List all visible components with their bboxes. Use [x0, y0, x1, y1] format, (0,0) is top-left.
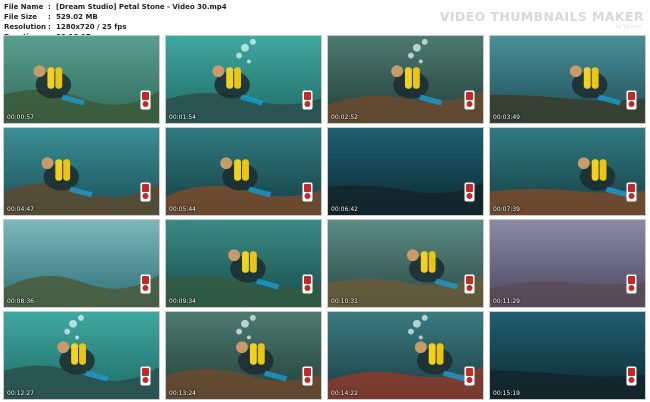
thumbnail-frame — [490, 128, 645, 215]
resolution-value: 1280x720 / 25 fps — [56, 23, 127, 31]
video-thumbnail[interactable]: 00:15:19 — [489, 311, 646, 400]
dream-studio-logo-icon — [302, 274, 313, 294]
video-thumbnail[interactable]: 00:00:57 — [3, 35, 160, 124]
dream-studio-logo-icon — [626, 182, 637, 202]
dream-studio-logo-icon — [626, 366, 637, 386]
separator: : — [48, 13, 51, 21]
video-thumbnail[interactable]: 00:06:42 — [327, 127, 484, 216]
video-thumbnail[interactable]: 00:10:31 — [327, 219, 484, 308]
thumbnail-frame — [490, 220, 645, 307]
video-thumbnail[interactable]: 00:08:36 — [3, 219, 160, 308]
file-size-row: File Size : 529.02 MB — [4, 12, 227, 22]
separator: : — [48, 3, 51, 11]
thumbnail-frame — [4, 36, 159, 123]
video-thumbnail[interactable]: 00:14:22 — [327, 311, 484, 400]
thumbnail-frame — [328, 36, 483, 123]
file-size-value: 529.02 MB — [56, 13, 98, 21]
dream-studio-logo-icon — [302, 90, 313, 110]
dream-studio-logo-icon — [626, 274, 637, 294]
thumbnail-frame — [4, 312, 159, 399]
dream-studio-logo-icon — [140, 90, 151, 110]
resolution-row: Resolution : 1280x720 / 25 fps — [4, 22, 227, 32]
video-thumbnail[interactable]: 00:09:34 — [165, 219, 322, 308]
thumbnail-frame — [328, 220, 483, 307]
thumbnail-grid: 00:00:57 00:01:54 00:02:52 00:03:49 00:0… — [3, 35, 647, 400]
file-size-label: File Size — [4, 13, 38, 21]
dream-studio-logo-icon — [140, 182, 151, 202]
separator: : — [48, 23, 51, 31]
timestamp-label: 00:00:57 — [7, 114, 34, 121]
timestamp-label: 00:14:22 — [331, 390, 358, 397]
timestamp-label: 00:01:54 — [169, 114, 196, 121]
brand-watermark: VIDEO THUMBNAILS MAKER — [439, 9, 644, 24]
thumbnail-frame — [4, 128, 159, 215]
timestamp-label: 00:03:49 — [493, 114, 520, 121]
thumbnail-frame — [490, 36, 645, 123]
file-name-value: [Dream Studio] Petal Stone - Video 30.mp… — [56, 3, 227, 11]
dream-studio-logo-icon — [464, 182, 475, 202]
resolution-label: Resolution — [4, 23, 47, 31]
timestamp-label: 00:08:36 — [7, 298, 34, 305]
thumbnail-frame — [4, 220, 159, 307]
dream-studio-logo-icon — [302, 366, 313, 386]
thumbnail-frame — [166, 36, 321, 123]
dream-studio-logo-icon — [302, 182, 313, 202]
dream-studio-logo-icon — [464, 274, 475, 294]
thumbnail-frame — [166, 128, 321, 215]
video-thumbnail[interactable]: 00:13:24 — [165, 311, 322, 400]
thumbnail-frame — [490, 312, 645, 399]
timestamp-label: 00:10:31 — [331, 298, 358, 305]
video-thumbnail[interactable]: 00:02:52 — [327, 35, 484, 124]
timestamp-label: 00:15:19 — [493, 390, 520, 397]
timestamp-label: 00:07:39 — [493, 206, 520, 213]
file-name-label: File Name — [4, 3, 44, 11]
timestamp-label: 00:02:52 — [331, 114, 358, 121]
thumbnail-frame — [328, 312, 483, 399]
timestamp-label: 00:13:24 — [169, 390, 196, 397]
dream-studio-logo-icon — [140, 274, 151, 294]
video-thumbnail[interactable]: 00:04:47 — [3, 127, 160, 216]
dream-studio-logo-icon — [140, 366, 151, 386]
video-thumbnail[interactable]: 00:11:29 — [489, 219, 646, 308]
video-thumbnail[interactable]: 00:12:27 — [3, 311, 160, 400]
video-thumbnail[interactable]: 00:05:44 — [165, 127, 322, 216]
dream-studio-logo-icon — [626, 90, 637, 110]
thumbnail-frame — [166, 220, 321, 307]
timestamp-label: 00:05:44 — [169, 206, 196, 213]
video-thumbnail[interactable]: 00:01:54 — [165, 35, 322, 124]
file-name-row: File Name : [Dream Studio] Petal Stone -… — [4, 2, 227, 12]
timestamp-label: 00:11:29 — [493, 298, 520, 305]
brand-subtitle: by Vlcoder — [615, 24, 642, 30]
thumbnail-frame — [166, 312, 321, 399]
dream-studio-logo-icon — [464, 90, 475, 110]
video-thumbnail[interactable]: 00:07:39 — [489, 127, 646, 216]
timestamp-label: 00:04:47 — [7, 206, 34, 213]
dream-studio-logo-icon — [464, 366, 475, 386]
timestamp-label: 00:06:42 — [331, 206, 358, 213]
timestamp-label: 00:09:34 — [169, 298, 196, 305]
timestamp-label: 00:12:27 — [7, 390, 34, 397]
video-thumbnail[interactable]: 00:03:49 — [489, 35, 646, 124]
thumbnail-frame — [328, 128, 483, 215]
